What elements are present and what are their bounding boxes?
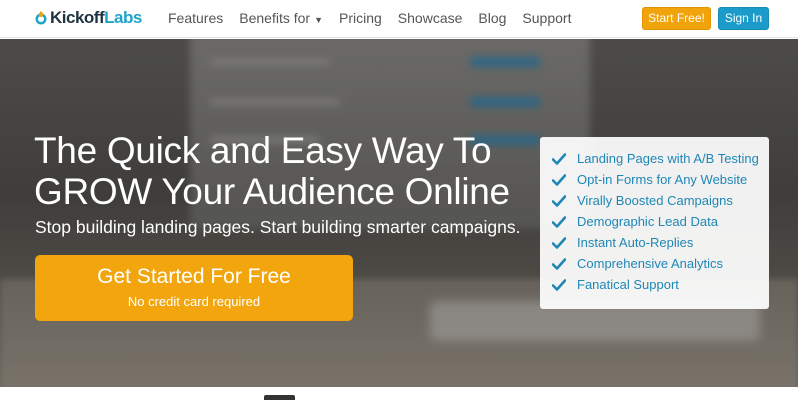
- feature-label: Demographic Lead Data: [577, 214, 718, 229]
- feature-item: Instant Auto-Replies: [540, 232, 769, 253]
- feature-item: Opt-in Forms for Any Website: [540, 169, 769, 190]
- rocket-flame-icon: [35, 11, 47, 25]
- sign-in-button[interactable]: Sign In: [718, 7, 769, 30]
- feature-label: Comprehensive Analytics: [577, 256, 723, 271]
- get-started-label: Get Started For Free: [97, 265, 291, 288]
- get-started-button[interactable]: Get Started For Free No credit card requ…: [35, 255, 353, 321]
- main-nav: Features Benefits for ▼ Pricing Showcase …: [168, 10, 587, 26]
- feature-label: Instant Auto-Replies: [577, 235, 694, 250]
- feature-item: Virally Boosted Campaigns: [540, 190, 769, 211]
- nav-link-features[interactable]: Features: [168, 10, 223, 26]
- check-icon: [552, 278, 566, 291]
- start-free-button[interactable]: Start Free!: [642, 7, 711, 30]
- hero-section: The Quick and Easy Way To GROW Your Audi…: [0, 39, 798, 387]
- check-icon: [552, 236, 566, 249]
- check-icon: [552, 194, 566, 207]
- bottom-tab-handle[interactable]: [264, 395, 295, 400]
- nav-link-support[interactable]: Support: [522, 10, 571, 26]
- feature-label: Landing Pages with A/B Testing: [577, 151, 759, 166]
- check-icon: [552, 215, 566, 228]
- check-icon: [552, 257, 566, 270]
- hero-subheadline: Stop building landing pages. Start build…: [35, 217, 521, 237]
- feature-item: Fanatical Support: [540, 274, 769, 295]
- hero-headline: The Quick and Easy Way To GROW Your Audi…: [34, 130, 534, 212]
- hero-headline-line1: The Quick and Easy Way To: [34, 130, 492, 171]
- feature-item: Comprehensive Analytics: [540, 253, 769, 274]
- nav-link-pricing[interactable]: Pricing: [339, 10, 382, 26]
- caret-down-icon: ▼: [314, 15, 323, 25]
- check-icon: [552, 173, 566, 186]
- nav-link-benefits-label: Benefits for: [239, 10, 311, 26]
- feature-label: Virally Boosted Campaigns: [577, 193, 733, 208]
- feature-label: Opt-in Forms for Any Website: [577, 172, 748, 187]
- nav-link-showcase[interactable]: Showcase: [398, 10, 463, 26]
- nav-link-benefits-dropdown[interactable]: Benefits for ▼: [239, 10, 323, 26]
- nav-link-blog[interactable]: Blog: [478, 10, 506, 26]
- logo-wordmark: KickoffLabs: [50, 8, 142, 27]
- feature-label: Fanatical Support: [577, 277, 679, 292]
- feature-item: Demographic Lead Data: [540, 211, 769, 232]
- hero-headline-line2: GROW Your Audience Online: [34, 171, 510, 212]
- check-icon: [552, 152, 566, 165]
- no-credit-card-note: No credit card required: [127, 294, 261, 309]
- features-list-panel: Landing Pages with A/B Testing Opt-in Fo…: [540, 137, 769, 309]
- kickofflabs-logo[interactable]: KickoffLabs: [34, 8, 142, 28]
- feature-item: Landing Pages with A/B Testing: [540, 148, 769, 169]
- top-navbar: KickoffLabs Features Benefits for ▼ Prici…: [0, 0, 798, 38]
